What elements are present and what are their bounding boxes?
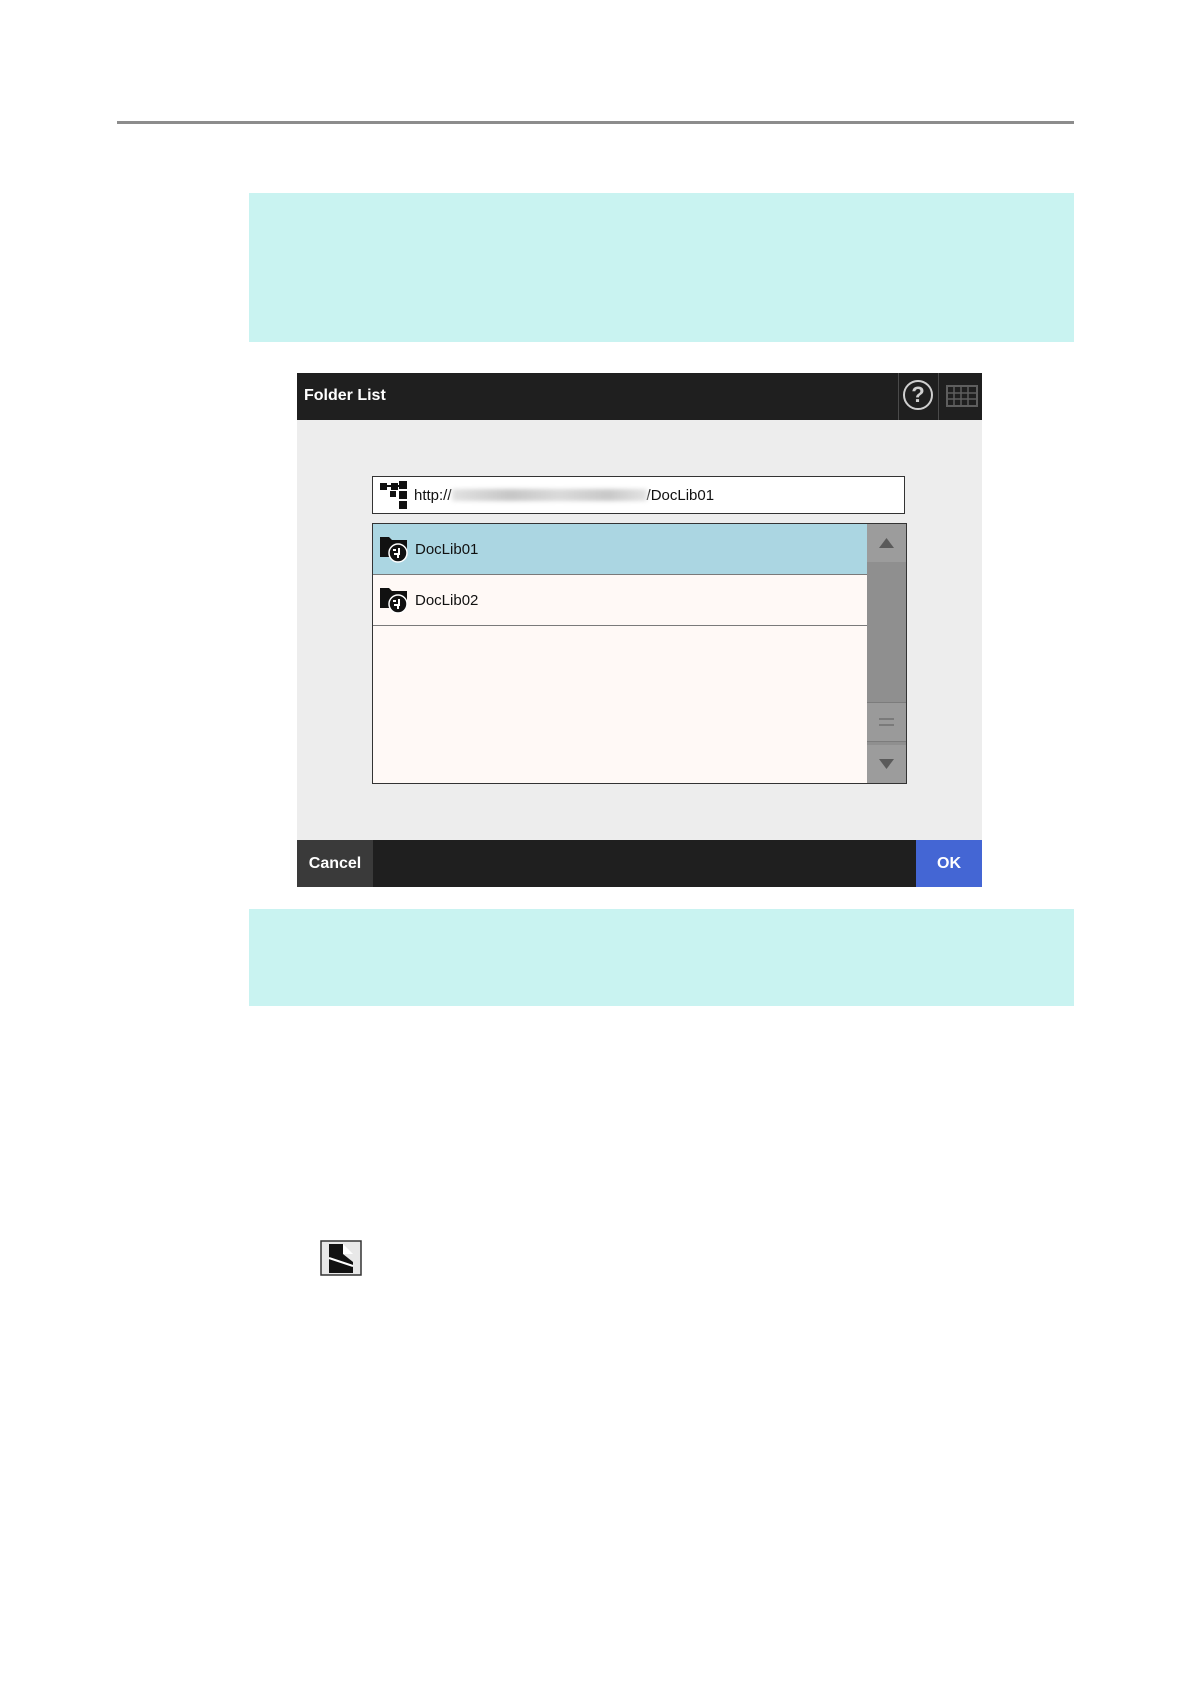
list-item[interactable]: DocLib02: [373, 575, 867, 626]
vertical-scrollbar[interactable]: [867, 524, 906, 783]
arrow-down-icon: [879, 759, 894, 769]
dialog-titlebar: Folder List ?: [297, 373, 982, 420]
scroll-down-button[interactable]: [867, 745, 906, 783]
scroll-thumb[interactable]: [867, 702, 906, 742]
list-item[interactable]: DocLib01: [373, 524, 867, 575]
grip-icon: [879, 718, 894, 726]
path-suffix: /DocLib01: [646, 487, 715, 504]
sharepoint-folder-icon: [380, 537, 408, 563]
path-prefix: http://: [414, 487, 452, 504]
current-path-field: http:// /DocLib01: [372, 476, 905, 514]
arrow-up-icon: [879, 538, 894, 548]
ok-button[interactable]: OK: [916, 840, 982, 887]
current-path-text: http:// /DocLib01: [414, 487, 714, 504]
help-icon[interactable]: ?: [903, 380, 933, 410]
redacted-path-segment: [451, 489, 647, 501]
dialog-title: Folder List: [304, 387, 386, 404]
titlebar-divider: [898, 373, 899, 420]
scan-document-icon: [320, 1240, 362, 1276]
note-band-bottom: [249, 909, 1074, 1006]
folder-list-dialog: Folder List ? http:// /DocLib01 DocLib01 …: [297, 373, 982, 887]
keyboard-icon[interactable]: [946, 385, 978, 407]
note-band-top: [249, 193, 1074, 342]
folder-tree-icon: [380, 481, 407, 509]
page-header-rule: [117, 121, 1074, 124]
sharepoint-folder-icon: [380, 588, 408, 614]
cancel-button[interactable]: Cancel: [297, 840, 373, 887]
scroll-up-button[interactable]: [867, 524, 906, 562]
folder-list: DocLib01 DocLib02: [372, 523, 907, 784]
titlebar-divider: [938, 373, 939, 420]
folder-name: DocLib01: [415, 541, 479, 558]
dialog-footer: Cancel OK: [297, 840, 982, 887]
folder-name: DocLib02: [415, 592, 479, 609]
